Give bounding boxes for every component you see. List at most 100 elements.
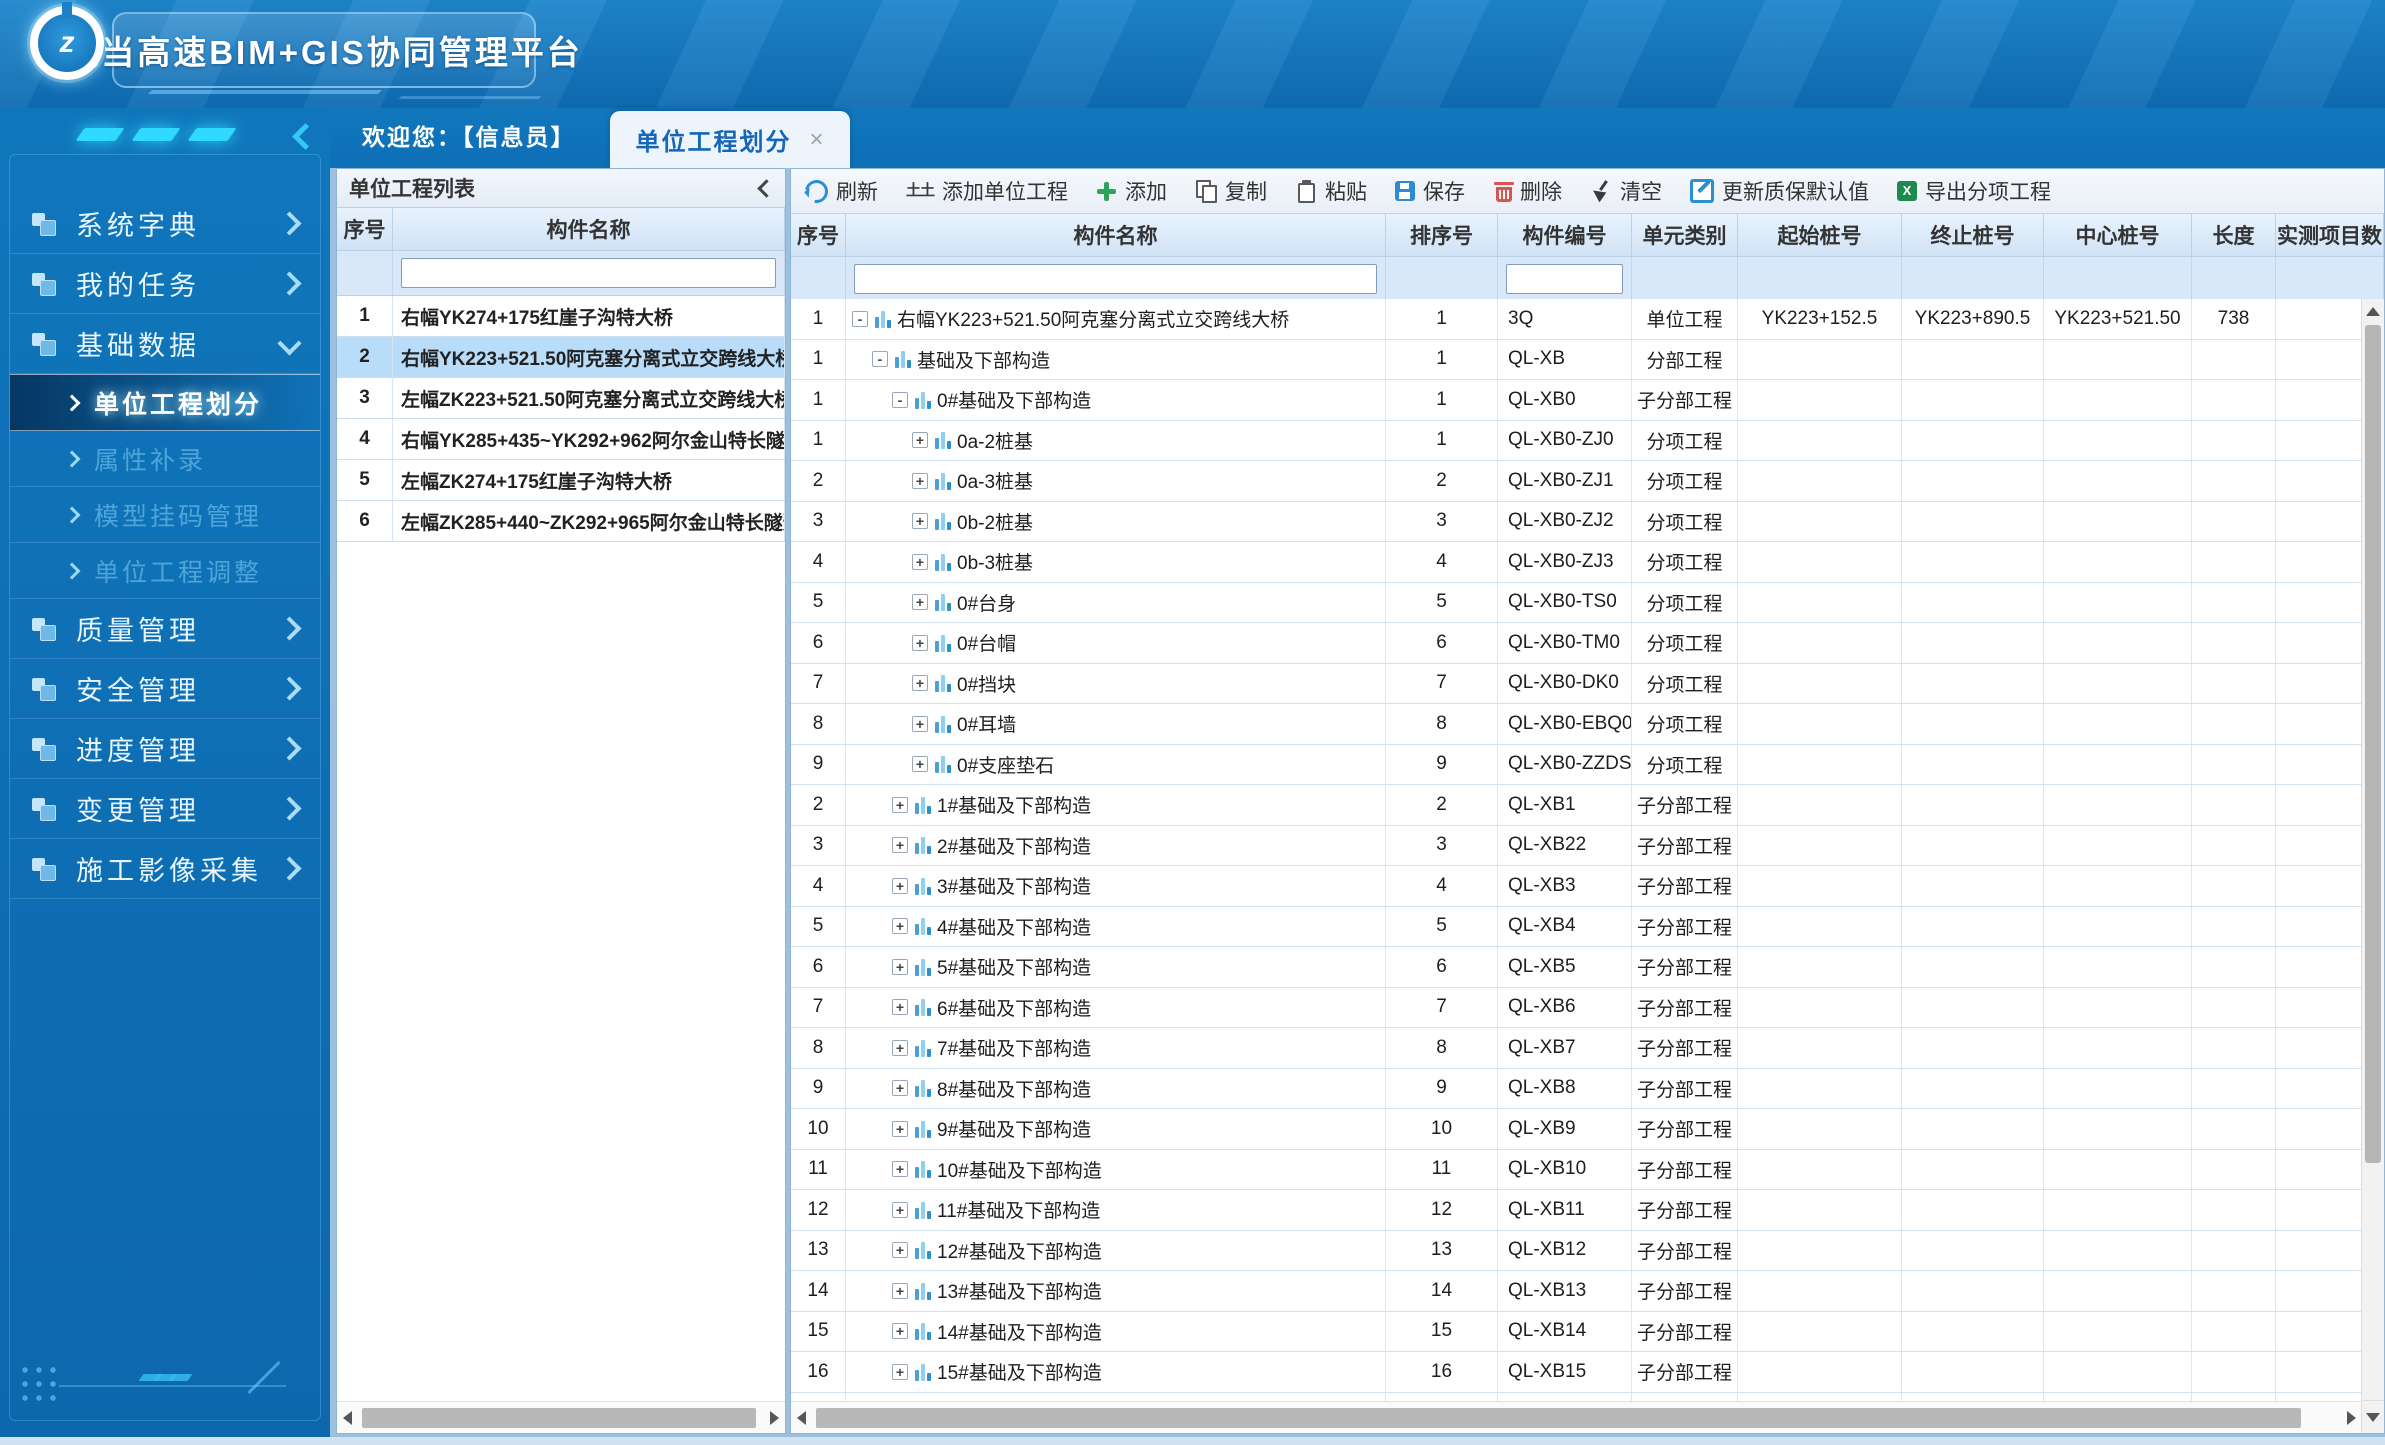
tab-welcome[interactable]: 欢迎您：【信息员】 — [362, 118, 576, 152]
table-row[interactable]: 7+6#基础及下部构造7QL-XB6子分部工程 — [791, 988, 2362, 1029]
table-row[interactable]: 5+4#基础及下部构造5QL-XB4子分部工程 — [791, 907, 2362, 948]
list-item[interactable]: 2右幅YK223+521.50阿克塞分离式立交跨线大桥 — [337, 337, 785, 378]
table-row[interactable]: 6+0#台帽6QL-XB0-TM0分项工程 — [791, 623, 2362, 664]
expand-toggle-icon[interactable]: + — [892, 999, 908, 1015]
expand-toggle-icon[interactable]: + — [892, 1121, 908, 1137]
expand-toggle-icon[interactable]: + — [892, 1283, 908, 1299]
table-row[interactable]: 8+7#基础及下部构造8QL-XB7子分部工程 — [791, 1028, 2362, 1069]
sidebar-item-8[interactable]: 安全管理 — [10, 659, 320, 719]
sidebar-item-0[interactable]: 系统字典 — [10, 194, 320, 254]
table-row[interactable]: 5+0#台身5QL-XB0-TS0分项工程 — [791, 583, 2362, 624]
list-item[interactable]: 4右幅YK285+435~YK292+962阿尔金山特长隧道 — [337, 419, 785, 460]
name-filter-input[interactable] — [854, 264, 1377, 294]
scroll-left-icon[interactable] — [797, 1411, 806, 1425]
expand-toggle-icon[interactable]: + — [912, 716, 928, 732]
table-row[interactable]: 15+14#基础及下部构造15QL-XB14子分部工程 — [791, 1312, 2362, 1353]
table-row[interactable]: 1-右幅YK223+521.50阿克塞分离式立交跨线大桥13Q单位工程YK223… — [791, 299, 2362, 340]
expand-toggle-icon[interactable]: + — [892, 1364, 908, 1380]
table-row[interactable]: 7+0#挡块7QL-XB0-DK0分项工程 — [791, 664, 2362, 705]
table-row[interactable]: 6+5#基础及下部构造6QL-XB5子分部工程 — [791, 947, 2362, 988]
list-item[interactable]: 6左幅ZK285+440~ZK292+965阿尔金山特长隧道 — [337, 501, 785, 542]
sidebar-subitem-5[interactable]: 模型挂码管理 — [10, 487, 320, 543]
scroll-down-icon[interactable] — [2366, 1413, 2380, 1422]
table-row[interactable]: 11+10#基础及下部构造11QL-XB10子分部工程 — [791, 1150, 2362, 1191]
expand-toggle-icon[interactable]: + — [892, 918, 908, 934]
delete-button[interactable]: 删除 — [1493, 176, 1562, 206]
expand-toggle-icon[interactable]: + — [892, 1161, 908, 1177]
collapse-toggle-icon[interactable]: - — [892, 392, 908, 408]
expand-toggle-icon[interactable]: + — [892, 1040, 908, 1056]
main-horizontal-scrollbar[interactable] — [791, 1401, 2362, 1433]
table-row[interactable]: 1-基础及下部构造1QL-XB分部工程 — [791, 340, 2362, 381]
export-button[interactable]: 导出分项工程 — [1897, 176, 2051, 206]
table-row[interactable]: 1-0#基础及下部构造1QL-XB0子分部工程 — [791, 380, 2362, 421]
sidebar-item-10[interactable]: 变更管理 — [10, 779, 320, 839]
sidebar-item-7[interactable]: 质量管理 — [10, 599, 320, 659]
expand-toggle-icon[interactable]: + — [912, 594, 928, 610]
paste-button[interactable]: 粘贴 — [1295, 176, 1367, 206]
table-row[interactable]: 8+0#耳墙8QL-XB0-EBQ0分项工程 — [791, 704, 2362, 745]
tab-unit-project-division[interactable]: 单位工程划分 × — [610, 111, 850, 168]
expand-toggle-icon[interactable]: + — [892, 878, 908, 894]
table-row[interactable]: 10+9#基础及下部构造10QL-XB9子分部工程 — [791, 1109, 2362, 1150]
sidebar-subitem-3[interactable]: 单位工程划分 — [10, 374, 320, 431]
code-filter-input[interactable] — [1506, 264, 1623, 294]
expand-toggle-icon[interactable]: + — [892, 1202, 908, 1218]
copy-button[interactable]: 复制 — [1195, 176, 1267, 206]
expand-toggle-icon[interactable]: + — [912, 554, 928, 570]
table-row[interactable]: 3+2#基础及下部构造3QL-XB22子分部工程 — [791, 826, 2362, 867]
scroll-down-corner[interactable] — [2361, 1400, 2384, 1433]
sidebar-item-11[interactable]: 施工影像采集 — [10, 839, 320, 899]
scroll-right-icon[interactable] — [770, 1411, 779, 1425]
expand-toggle-icon[interactable]: + — [912, 473, 928, 489]
plus-button[interactable]: 添加 — [1096, 176, 1167, 206]
scroll-left-icon[interactable] — [343, 1411, 352, 1425]
list-item[interactable]: 5左幅ZK274+175红崖子沟特大桥 — [337, 460, 785, 501]
expand-toggle-icon[interactable]: + — [912, 675, 928, 691]
main-vertical-scrollbar[interactable] — [2361, 299, 2384, 1401]
collapse-toggle-icon[interactable]: - — [872, 351, 888, 367]
scrollbar-thumb[interactable] — [362, 1408, 756, 1428]
table-row[interactable]: 1+0a-2桩基1QL-XB0-ZJ0分项工程 — [791, 421, 2362, 462]
expand-toggle-icon[interactable]: + — [912, 756, 928, 772]
expand-toggle-icon[interactable]: + — [912, 513, 928, 529]
expand-toggle-icon[interactable]: + — [892, 1080, 908, 1096]
table-row[interactable]: 4+3#基础及下部构造4QL-XB3子分部工程 — [791, 866, 2362, 907]
sidebar-item-9[interactable]: 进度管理 — [10, 719, 320, 779]
collapse-toggle-icon[interactable]: - — [852, 311, 868, 327]
scroll-up-icon[interactable] — [2366, 307, 2380, 316]
refresh-button[interactable]: 刷新 — [805, 176, 878, 206]
table-row[interactable]: 16+15#基础及下部构造16QL-XB15子分部工程 — [791, 1352, 2362, 1393]
table-row[interactable]: 13+12#基础及下部构造13QL-XB12子分部工程 — [791, 1231, 2362, 1272]
sidebar-subitem-6[interactable]: 单位工程调整 — [10, 543, 320, 599]
tab-close-icon[interactable]: × — [810, 128, 824, 152]
scroll-right-icon[interactable] — [2347, 1411, 2356, 1425]
table-row[interactable]: 4+0b-3桩基4QL-XB0-ZJ3分项工程 — [791, 542, 2362, 583]
list-item[interactable]: 3左幅ZK223+521.50阿克塞分离式立交跨线大桥 — [337, 378, 785, 419]
left-horizontal-scrollbar[interactable] — [337, 1401, 785, 1433]
save-button[interactable]: 保存 — [1395, 176, 1465, 206]
add-unit-button[interactable]: 土土添加单位工程 — [906, 176, 1068, 206]
expand-toggle-icon[interactable]: + — [892, 797, 908, 813]
panel-collapse-icon[interactable] — [757, 179, 775, 197]
table-row[interactable]: 12+11#基础及下部构造12QL-XB11子分部工程 — [791, 1190, 2362, 1231]
scrollbar-thumb[interactable] — [2365, 325, 2381, 1163]
table-row[interactable]: 9+0#支座垫石9QL-XB0-ZZDS0分项工程 — [791, 745, 2362, 786]
table-row[interactable]: 17+16#基础及下部构造17QL-XB16子分部工程 — [791, 1393, 2362, 1402]
expand-toggle-icon[interactable]: + — [892, 837, 908, 853]
expand-toggle-icon[interactable]: + — [892, 1242, 908, 1258]
table-row[interactable]: 2+0a-3桩基2QL-XB0-ZJ1分项工程 — [791, 461, 2362, 502]
list-item[interactable]: 1右幅YK274+175红崖子沟特大桥 — [337, 296, 785, 337]
table-row[interactable]: 9+8#基础及下部构造9QL-XB8子分部工程 — [791, 1069, 2362, 1110]
left-name-filter-input[interactable] — [401, 258, 776, 288]
sidebar-item-2[interactable]: 基础数据 — [10, 314, 320, 374]
table-row[interactable]: 14+13#基础及下部构造14QL-XB13子分部工程 — [791, 1271, 2362, 1312]
expand-toggle-icon[interactable]: + — [892, 959, 908, 975]
clear-button[interactable]: 清空 — [1590, 176, 1662, 206]
table-row[interactable]: 3+0b-2桩基3QL-XB0-ZJ2分项工程 — [791, 502, 2362, 543]
sidebar-item-1[interactable]: 我的任务 — [10, 254, 320, 314]
update-button[interactable]: 更新质保默认值 — [1690, 176, 1869, 206]
sidebar-subitem-4[interactable]: 属性补录 — [10, 431, 320, 487]
expand-toggle-icon[interactable]: + — [912, 432, 928, 448]
scrollbar-thumb[interactable] — [816, 1408, 2301, 1428]
